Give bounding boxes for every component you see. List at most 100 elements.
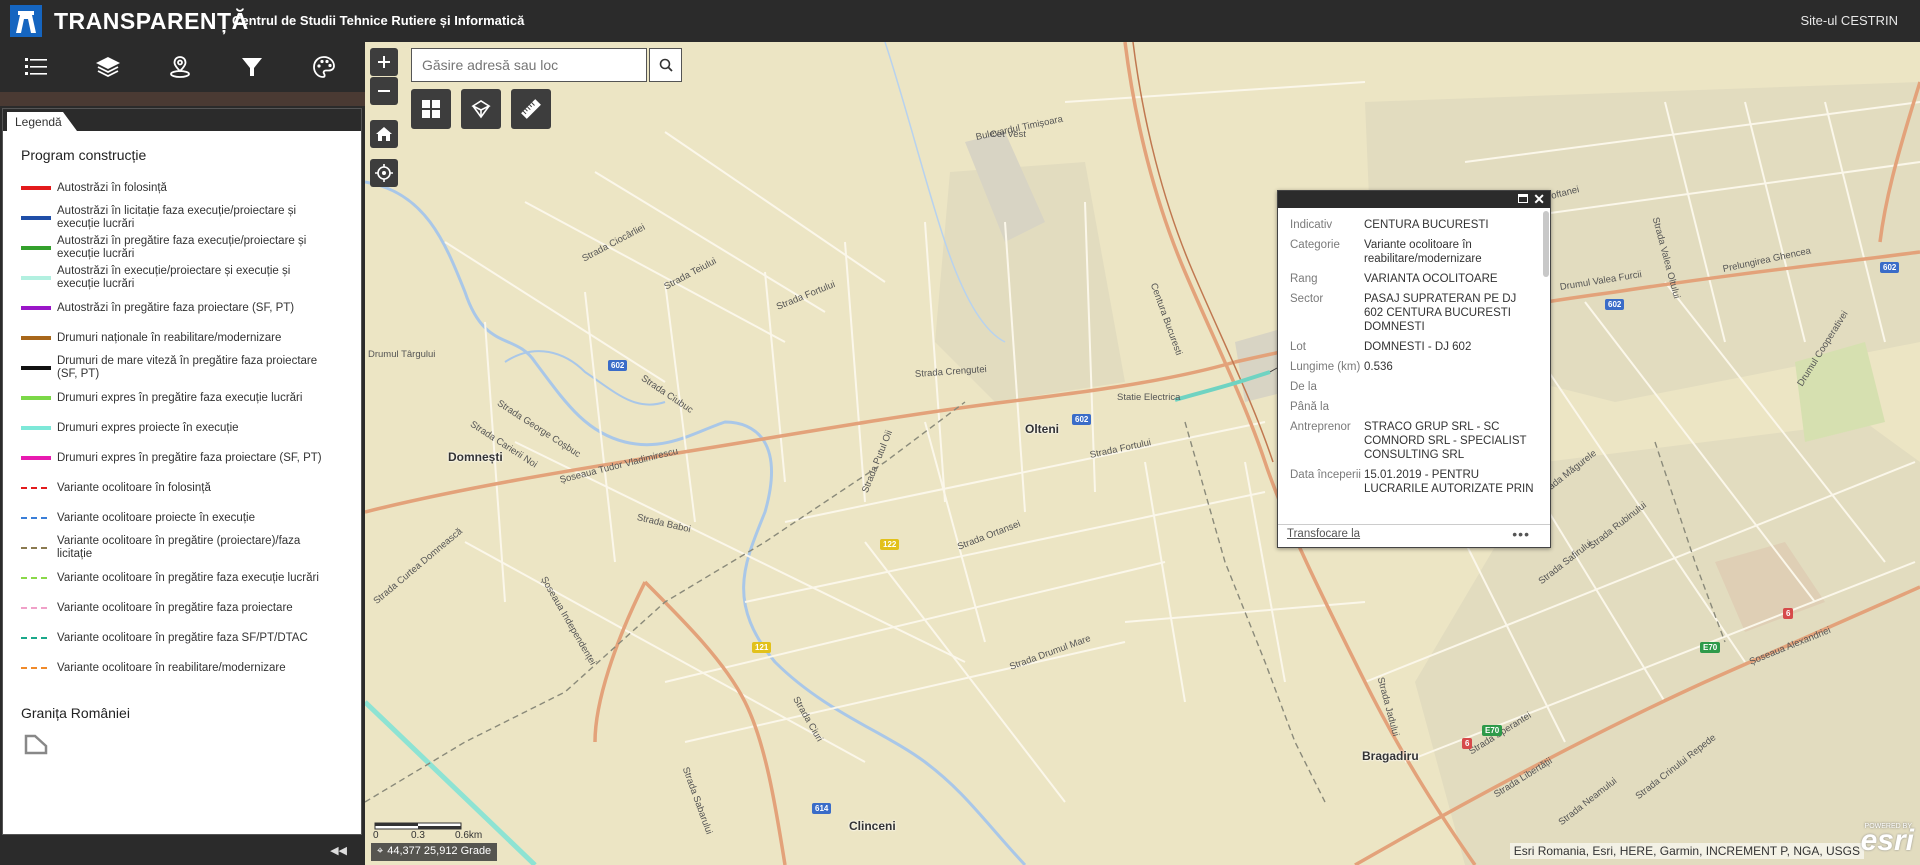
road-shield: 122 bbox=[880, 539, 900, 550]
esri-logo[interactable]: esri bbox=[1861, 824, 1914, 858]
road-shield: 602 bbox=[608, 360, 628, 371]
locate-icon[interactable] bbox=[370, 159, 398, 187]
popup-field-value: VARIANTA OCOLITOARE bbox=[1364, 273, 1498, 285]
legend-item-label: Autostrăzi în pregătire faza execuție/pr… bbox=[57, 235, 307, 260]
map-canvas bbox=[365, 42, 1920, 865]
popup-header: ✕ bbox=[1278, 191, 1550, 208]
app-logo[interactable] bbox=[10, 5, 42, 37]
close-icon[interactable]: ✕ bbox=[1533, 191, 1545, 208]
popup-field-value: 0.536 bbox=[1364, 361, 1393, 373]
legend-item-label: Variante ocolitoare în pregătire faza ex… bbox=[57, 571, 319, 584]
list-icon[interactable] bbox=[0, 42, 72, 92]
legend-item-label: Drumuri expres în pregătire faza proiect… bbox=[57, 451, 322, 464]
palette-icon[interactable] bbox=[288, 42, 360, 92]
road-shield: 6 bbox=[1783, 608, 1794, 619]
road-shield: 602 bbox=[1880, 262, 1900, 273]
legend-line-swatch bbox=[21, 241, 51, 255]
legend-border-title: Granița României bbox=[21, 705, 130, 721]
street-label: Drumul Târgului bbox=[368, 349, 436, 360]
app-header: TRANSPARENȚĂ Centrul de Studii Tehnice R… bbox=[0, 0, 1920, 42]
popup-field-key: Până la bbox=[1290, 401, 1330, 413]
tab-legend[interactable]: Legendă bbox=[7, 112, 77, 131]
popup-field-key: Indicativ bbox=[1290, 219, 1333, 231]
legend-item: Variante ocolitoare în pregătire (proiec… bbox=[19, 533, 361, 563]
legend-item: Autostrăzi în execuție/proiectare și exe… bbox=[19, 263, 361, 293]
popup-field-key: Sector bbox=[1290, 293, 1324, 305]
legend-item: Variante ocolitoare în folosință bbox=[19, 473, 361, 503]
popup-field-key: Lungime (km) bbox=[1290, 361, 1361, 373]
legend-item: Variante ocolitoare în pregătire faza pr… bbox=[19, 593, 361, 623]
legend-item-label: Variante ocolitoare în folosință bbox=[57, 481, 211, 494]
legend-line-swatch bbox=[21, 391, 51, 405]
legend-item-label: Autostrăzi în execuție/proiectare și exe… bbox=[57, 265, 291, 290]
layers-icon[interactable] bbox=[72, 42, 144, 92]
draw-tool-icon[interactable] bbox=[461, 89, 501, 129]
zoom-out-button[interactable] bbox=[370, 77, 398, 105]
popup-field-key: Lot bbox=[1290, 341, 1306, 353]
place-label-clinceni: Clinceni bbox=[849, 819, 896, 833]
coordinate-readout[interactable]: ⌖ 44,377 25,912 Grade bbox=[371, 843, 498, 861]
place-label-domnesti: Domnești bbox=[448, 450, 503, 464]
panel-divider bbox=[0, 92, 365, 106]
popup-field-row: Sector PASAJ SUPRATERAN PE DJ 602 CENTURA… bbox=[1290, 292, 1540, 334]
site-link[interactable]: Site-ul CESTRIN bbox=[1800, 13, 1898, 28]
more-options-icon[interactable]: ••• bbox=[1512, 526, 1530, 542]
maximize-icon[interactable] bbox=[1518, 194, 1528, 203]
legend-item: Drumuri naționale în reabilitare/moderni… bbox=[19, 323, 361, 353]
street-label: Statie Electrica bbox=[1117, 392, 1181, 403]
popup-field-key: Data începerii bbox=[1290, 469, 1361, 481]
legend-group-title: Program construcție bbox=[21, 147, 147, 163]
filter-icon[interactable] bbox=[216, 42, 288, 92]
legend-item-label: Autostrăzi în folosință bbox=[57, 181, 167, 194]
popup-field-row: Antreprenor STRACO GRUP SRL - SC COMNORD … bbox=[1290, 420, 1540, 462]
search-icon[interactable] bbox=[649, 48, 682, 82]
road-shield: E70 bbox=[1700, 642, 1721, 653]
legend-item: Drumuri expres în pregătire faza execuți… bbox=[19, 383, 361, 413]
legend-item-label: Drumuri naționale în reabilitare/moderni… bbox=[57, 331, 282, 344]
home-button[interactable] bbox=[370, 120, 398, 148]
legend-item-label: Variante ocolitoare în pregătire faza SF… bbox=[57, 631, 308, 644]
popup-field-row: Lungime (km) 0.536 bbox=[1290, 360, 1540, 374]
popup-scrollbar[interactable] bbox=[1543, 211, 1549, 277]
popup-field-key: Categorie bbox=[1290, 239, 1340, 251]
legend-item-label: Variante ocolitoare în reabilitare/moder… bbox=[57, 661, 286, 674]
street-label: Cet Vest bbox=[990, 129, 1026, 140]
legend-line-swatch bbox=[21, 541, 51, 555]
coordinates-text: 44,377 25,912 Grade bbox=[387, 845, 492, 857]
road-shield: 614 bbox=[812, 803, 832, 814]
legend-item: Drumuri expres în pregătire faza proiect… bbox=[19, 443, 361, 473]
legend-line-swatch bbox=[21, 661, 51, 675]
legend-item: Autostrăzi în pregătire faza proiectare … bbox=[19, 293, 361, 323]
legend-body: Program construcție Autostrăzi în folosi… bbox=[3, 131, 361, 760]
map-view[interactable]: Domnești Olteni Bragadiru Clinceni Bulev… bbox=[365, 42, 1920, 865]
popup-field-row: Până la bbox=[1290, 400, 1540, 414]
road-shield: E70 bbox=[1482, 725, 1503, 736]
collapse-panel-icon[interactable]: ◀◀ bbox=[330, 844, 347, 857]
road-shield: 602 bbox=[1605, 299, 1625, 310]
legend-item-label: Variante ocolitoare în pregătire faza pr… bbox=[57, 601, 293, 614]
place-label-olteni: Olteni bbox=[1025, 422, 1060, 436]
legend-line-swatch bbox=[21, 211, 51, 225]
search-input[interactable] bbox=[411, 48, 647, 82]
popup-field-key: Antreprenor bbox=[1290, 421, 1351, 433]
popup-footer: Transfocare la ••• bbox=[1278, 524, 1550, 547]
popup-field-row: Indicativ CENTURA BUCURESTI bbox=[1290, 218, 1540, 232]
popup-field-value: Variante ocolitoare în reabilitare/moder… bbox=[1364, 239, 1482, 265]
legend-tabbar: Legendă bbox=[3, 109, 361, 131]
basemap-gallery-icon[interactable] bbox=[411, 89, 451, 129]
popup-field-value bbox=[1364, 400, 1534, 414]
legend-line-swatch bbox=[21, 511, 51, 525]
measure-ruler-icon[interactable] bbox=[511, 89, 551, 129]
scale-bar: 0 0.3 0.6km bbox=[373, 821, 503, 843]
legend-item-label: Autostrăzi în pregătire faza proiectare … bbox=[57, 301, 295, 314]
zoom-to-link[interactable]: Transfocare la bbox=[1287, 528, 1360, 540]
popup-field-key: De la bbox=[1290, 381, 1317, 393]
scale-tick: 0.3 bbox=[411, 830, 425, 841]
legend-item: Variante ocolitoare în reabilitare/moder… bbox=[19, 653, 361, 683]
legend-item-label: Variante ocolitoare proiecte în execuție bbox=[57, 511, 255, 524]
zoom-in-button[interactable] bbox=[370, 48, 398, 76]
legend-line-swatch bbox=[21, 451, 51, 465]
map-pin-icon[interactable] bbox=[144, 42, 216, 92]
place-label-bragadiru: Bragadiru bbox=[1362, 749, 1419, 763]
app-title: TRANSPARENȚĂ bbox=[54, 8, 249, 34]
